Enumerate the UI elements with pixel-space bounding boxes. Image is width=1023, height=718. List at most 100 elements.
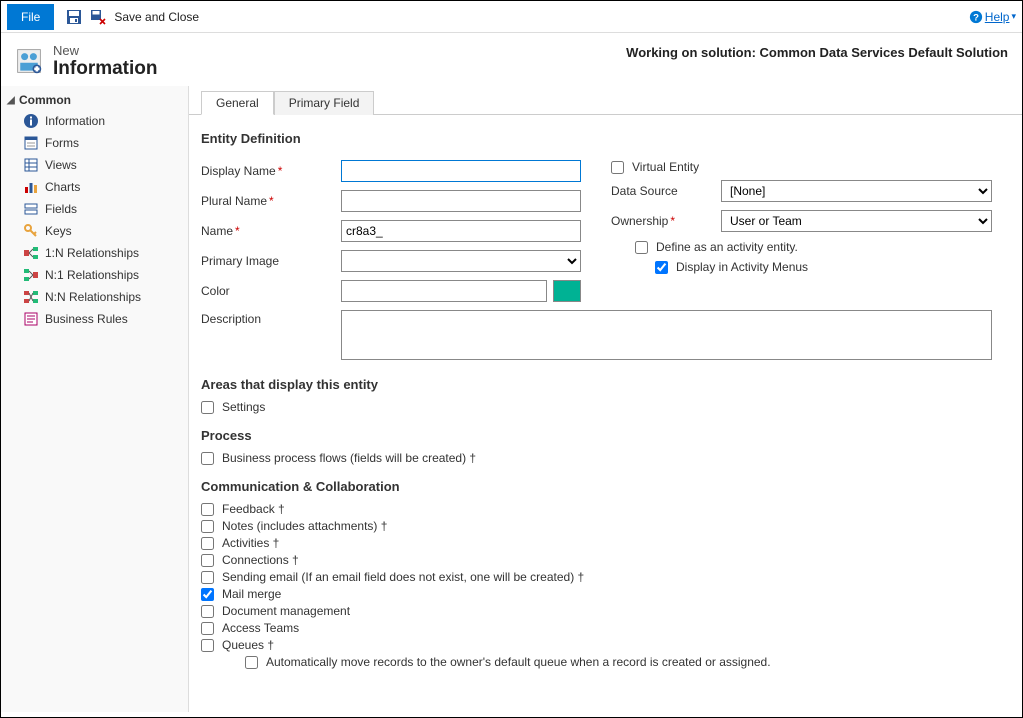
relationship-nn-icon: [23, 289, 39, 305]
name-label: Name: [201, 224, 233, 238]
connections-label: Connections †: [222, 553, 299, 567]
settings-checkbox[interactable]: [201, 401, 214, 414]
entity-icon: [15, 47, 43, 75]
feedback-checkbox[interactable]: [201, 503, 214, 516]
bpf-label: Business process flows (fields will be c…: [222, 451, 476, 465]
sidebar-item-label: Business Rules: [45, 312, 128, 326]
page-title: Information: [53, 58, 158, 80]
forms-icon: [23, 135, 39, 151]
sidebar-item-keys[interactable]: Keys: [1, 220, 188, 242]
file-menu[interactable]: File: [7, 4, 54, 30]
sending-email-label: Sending email (If an email field does no…: [222, 570, 584, 584]
save-close-button[interactable]: Save and Close: [114, 10, 199, 24]
tab-general[interactable]: General: [201, 91, 274, 115]
section-comm-collab: Communication & Collaboration: [201, 479, 992, 494]
access-teams-checkbox[interactable]: [201, 622, 214, 635]
activities-label: Activities †: [222, 536, 279, 550]
new-label: New: [53, 43, 158, 58]
feedback-label: Feedback †: [222, 502, 285, 516]
charts-icon: [23, 179, 39, 195]
define-activity-checkbox[interactable]: [635, 241, 648, 254]
sidebar-group-common[interactable]: ◢ Common: [1, 90, 188, 110]
sidebar-item-1n-relationships[interactable]: 1:N Relationships: [1, 242, 188, 264]
bpf-checkbox[interactable]: [201, 452, 214, 465]
save-close-icon[interactable]: [90, 9, 106, 25]
ownership-label: Ownership: [611, 214, 668, 228]
doc-mgmt-checkbox[interactable]: [201, 605, 214, 618]
sidebar-item-n1-relationships[interactable]: N:1 Relationships: [1, 264, 188, 286]
data-source-label: Data Source: [611, 184, 721, 198]
solution-context: Working on solution: Common Data Service…: [626, 43, 1008, 60]
mail-merge-checkbox[interactable]: [201, 588, 214, 601]
fields-icon: [23, 201, 39, 217]
help-link[interactable]: ? Help ▾: [969, 10, 1016, 24]
virtual-entity-checkbox[interactable]: [611, 161, 624, 174]
sidebar-item-label: 1:N Relationships: [45, 246, 139, 260]
settings-label: Settings: [222, 400, 265, 414]
color-label: Color: [201, 284, 341, 298]
sidebar-item-label: N:1 Relationships: [45, 268, 139, 282]
save-icon[interactable]: [66, 9, 82, 25]
queues-checkbox[interactable]: [201, 639, 214, 652]
display-activity-menus-checkbox[interactable]: [655, 261, 668, 274]
main-panel: General Primary Field Entity Definition …: [189, 86, 1022, 712]
access-teams-label: Access Teams: [222, 621, 299, 635]
sidebar-item-views[interactable]: Views: [1, 154, 188, 176]
primary-image-label: Primary Image: [201, 254, 341, 268]
toolbar: File Save and Close ? Help ▾: [1, 1, 1022, 33]
chevron-down-icon: ▾: [1011, 11, 1016, 22]
form-body[interactable]: Entity Definition Display Name* Plural N…: [189, 115, 1022, 712]
color-swatch[interactable]: [553, 280, 581, 302]
notes-checkbox[interactable]: [201, 520, 214, 533]
sidebar-item-label: Views: [45, 158, 77, 172]
section-areas: Areas that display this entity: [201, 377, 992, 392]
plural-name-input[interactable]: [341, 190, 581, 212]
sidebar: ◢ Common Information Forms Views Charts …: [1, 86, 189, 712]
mail-merge-label: Mail merge: [222, 587, 281, 601]
name-input[interactable]: [341, 220, 581, 242]
sidebar-item-label: Keys: [45, 224, 72, 238]
data-source-select[interactable]: [None]: [721, 180, 992, 202]
sidebar-item-label: Fields: [45, 202, 77, 216]
views-icon: [23, 157, 39, 173]
sidebar-item-label: Forms: [45, 136, 79, 150]
description-label: Description: [201, 310, 341, 326]
connections-checkbox[interactable]: [201, 554, 214, 567]
notes-label: Notes (includes attachments) †: [222, 519, 387, 533]
ownership-select[interactable]: User or Team: [721, 210, 992, 232]
primary-image-select[interactable]: [341, 250, 581, 272]
relationship-1n-icon: [23, 245, 39, 261]
sidebar-item-business-rules[interactable]: Business Rules: [1, 308, 188, 330]
sidebar-item-label: Charts: [45, 180, 80, 194]
auto-move-label: Automatically move records to the owner'…: [266, 655, 771, 669]
doc-mgmt-label: Document management: [222, 604, 350, 618]
virtual-entity-label: Virtual Entity: [632, 160, 699, 174]
sidebar-item-forms[interactable]: Forms: [1, 132, 188, 154]
help-icon: ?: [969, 10, 983, 24]
page-header: New Information Working on solution: Com…: [1, 33, 1022, 86]
tab-primary-field[interactable]: Primary Field: [274, 91, 375, 115]
display-activity-menus-label: Display in Activity Menus: [676, 260, 808, 274]
sidebar-item-nn-relationships[interactable]: N:N Relationships: [1, 286, 188, 308]
sidebar-item-fields[interactable]: Fields: [1, 198, 188, 220]
define-activity-label: Define as an activity entity.: [656, 240, 798, 254]
sidebar-item-information[interactable]: Information: [1, 110, 188, 132]
display-name-input[interactable]: [341, 160, 581, 182]
svg-text:?: ?: [973, 12, 979, 23]
collapse-icon: ◢: [7, 95, 17, 106]
section-process: Process: [201, 428, 992, 443]
relationship-n1-icon: [23, 267, 39, 283]
sidebar-group-label: Common: [19, 93, 71, 107]
auto-move-checkbox[interactable]: [245, 656, 258, 669]
activities-checkbox[interactable]: [201, 537, 214, 550]
tabs: General Primary Field: [189, 86, 1022, 115]
sidebar-item-label: Information: [45, 114, 105, 128]
color-input[interactable]: [341, 280, 547, 302]
display-name-label: Display Name: [201, 164, 276, 178]
sending-email-checkbox[interactable]: [201, 571, 214, 584]
help-label: Help: [985, 10, 1010, 24]
sidebar-item-label: N:N Relationships: [45, 290, 141, 304]
info-icon: [23, 113, 39, 129]
description-textarea[interactable]: [341, 310, 992, 360]
sidebar-item-charts[interactable]: Charts: [1, 176, 188, 198]
